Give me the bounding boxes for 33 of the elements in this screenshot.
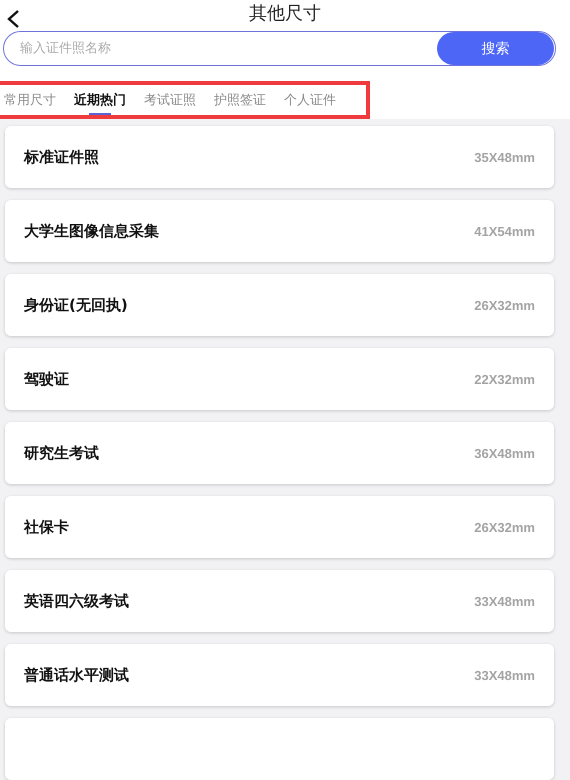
category-tab[interactable]: 近期热门 (74, 85, 126, 115)
category-tab[interactable]: 个人证件 (284, 85, 336, 115)
size-card[interactable]: 身份证(无回执) 26X32mm (5, 274, 554, 336)
document-name: 普通话水平测试 (24, 666, 129, 684)
size-card[interactable]: 社保卡 26X32mm (5, 496, 554, 558)
photo-size: 26X32mm (474, 298, 535, 312)
photo-size: 33X48mm (474, 594, 535, 608)
size-card[interactable]: 英语四六级考试 33X48mm (5, 570, 554, 632)
document-name: 驾驶证 (24, 370, 69, 388)
size-card[interactable]: 大学生图像信息采集 41X54mm (5, 200, 554, 262)
document-name: 社保卡 (24, 518, 69, 536)
document-name: 英语四六级考试 (24, 592, 129, 610)
size-card[interactable]: 标准证件照 35X48mm (5, 126, 554, 188)
search-field[interactable]: 输入证件照名称 搜索 (3, 31, 556, 66)
document-name: 研究生考试 (24, 444, 99, 462)
search-button[interactable]: 搜索 (437, 32, 554, 66)
document-name: 身份证(无回执) (24, 296, 128, 314)
category-tab[interactable]: 护照签证 (214, 85, 266, 115)
size-card[interactable]: 普通话水平测试 33X48mm (5, 644, 554, 706)
category-tab[interactable]: 常用尺寸 (4, 85, 56, 115)
size-card[interactable]: 驾驶证 22X32mm (5, 348, 554, 410)
photo-size: 41X54mm (474, 224, 535, 238)
document-name: 大学生图像信息采集 (24, 222, 159, 240)
page-title: 其他尺寸 (249, 2, 321, 25)
photo-size: 36X48mm (474, 446, 535, 460)
document-name: 标准证件照 (24, 148, 99, 166)
category-tab[interactable]: 考试证照 (144, 85, 196, 115)
photo-size: 22X32mm (474, 372, 535, 386)
photo-size: 26X32mm (474, 520, 535, 534)
photo-size: 35X48mm (474, 150, 535, 164)
photo-size: 33X48mm (474, 668, 535, 682)
back-icon[interactable] (6, 9, 20, 29)
size-card[interactable]: 研究生考试 36X48mm (5, 422, 554, 484)
